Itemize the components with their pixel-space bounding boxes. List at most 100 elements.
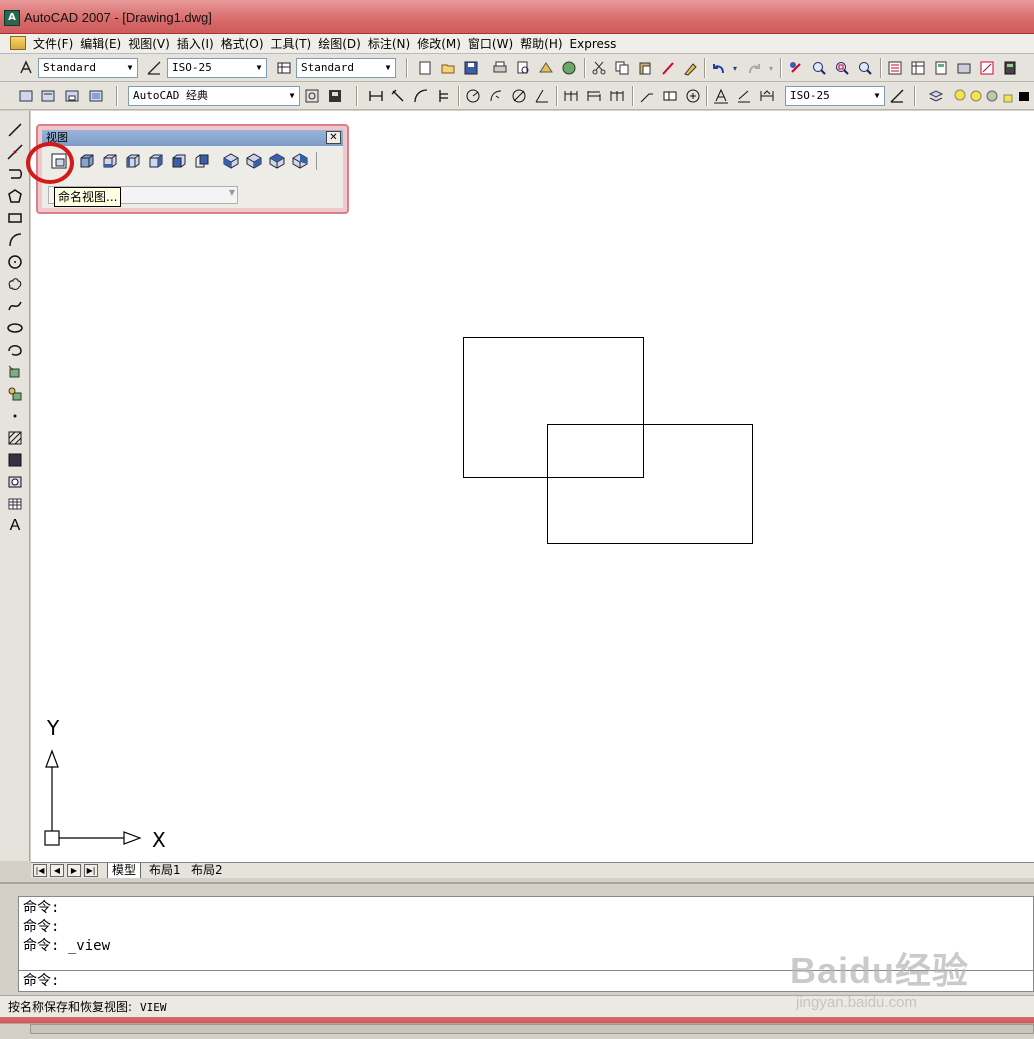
menu-help[interactable]: 帮助(H) — [519, 36, 568, 52]
menu-window[interactable]: 窗口(W) — [467, 36, 519, 52]
save-icon[interactable] — [463, 60, 479, 76]
dim-update-icon[interactable] — [759, 88, 775, 104]
save-workspace-icon[interactable] — [40, 88, 56, 104]
zoom-window-icon[interactable] — [834, 60, 850, 76]
print-icon[interactable] — [492, 60, 508, 76]
region-icon[interactable] — [6, 473, 24, 491]
layer-freeze-vp-icon[interactable] — [984, 88, 1000, 104]
properties-icon[interactable] — [887, 60, 903, 76]
tool-palettes-icon[interactable] — [933, 60, 949, 76]
undo-dropdown-icon[interactable]: ▾ — [730, 60, 740, 76]
table-style-select[interactable]: Standard ▼ — [296, 58, 396, 78]
revision-cloud-icon[interactable] — [6, 275, 24, 293]
document-icon[interactable] — [10, 36, 26, 50]
layer-manager-icon[interactable] — [928, 88, 944, 104]
workspace-settings-icon[interactable] — [18, 88, 34, 104]
layer-thaw-icon[interactable] — [968, 88, 984, 104]
rectangle-icon[interactable] — [6, 209, 24, 227]
block-editor-icon[interactable] — [683, 60, 699, 76]
tab-model[interactable]: 模型 — [107, 863, 142, 878]
top-view-icon[interactable] — [78, 152, 96, 170]
center-mark-icon[interactable] — [685, 88, 701, 104]
copy-icon[interactable] — [614, 60, 630, 76]
redo-dropdown-icon[interactable]: ▾ — [766, 60, 776, 76]
open-file-icon[interactable] — [440, 60, 456, 76]
plot-preview-icon[interactable] — [515, 60, 531, 76]
polygon-icon[interactable] — [6, 187, 24, 205]
gradient-icon[interactable] — [6, 451, 24, 469]
sw-isometric-icon[interactable] — [222, 152, 240, 170]
ordinate-dim-icon[interactable] — [436, 88, 452, 104]
redo-icon[interactable] — [746, 60, 762, 76]
angular-dim-icon[interactable] — [534, 88, 550, 104]
zoom-previous-icon[interactable] — [857, 60, 873, 76]
menu-express[interactable]: Express — [569, 36, 623, 52]
polyline-icon[interactable] — [6, 165, 24, 183]
publish-icon[interactable] — [538, 60, 554, 76]
match-properties-icon[interactable] — [660, 60, 676, 76]
se-isometric-icon[interactable] — [245, 152, 263, 170]
aligned-dim-icon[interactable] — [390, 88, 406, 104]
sheet-set-icon[interactable] — [956, 60, 972, 76]
construction-line-icon[interactable] — [6, 143, 24, 161]
close-button[interactable]: ✕ — [326, 131, 341, 144]
design-center-icon[interactable] — [910, 60, 926, 76]
workspace-settings-gear-icon[interactable] — [304, 88, 320, 104]
tolerance-icon[interactable] — [662, 88, 678, 104]
linear-dim-icon[interactable] — [368, 88, 384, 104]
workspace-icon-3[interactable] — [64, 88, 80, 104]
arc-icon[interactable] — [6, 231, 24, 249]
insert-block-icon[interactable] — [6, 363, 24, 381]
line-icon[interactable] — [6, 121, 24, 139]
table-icon[interactable] — [6, 495, 24, 513]
workspace-icon-4[interactable] — [88, 88, 104, 104]
make-block-icon[interactable] — [6, 385, 24, 403]
tab-layout2[interactable]: 布局2 — [187, 863, 227, 878]
menu-file[interactable]: 文件(F) — [32, 36, 79, 52]
right-view-icon[interactable] — [147, 152, 165, 170]
tab-layout1[interactable]: 布局1 — [145, 863, 185, 878]
autocad-app-icon[interactable]: A — [4, 10, 20, 26]
menu-tools[interactable]: 工具(T) — [270, 36, 318, 52]
next-tab-icon[interactable]: ▶ — [67, 864, 81, 877]
calculator-icon[interactable] — [1002, 60, 1018, 76]
new-file-icon[interactable] — [417, 60, 433, 76]
ellipse-icon[interactable] — [6, 319, 24, 337]
dim-style-manager-icon[interactable] — [889, 88, 905, 104]
drawn-rectangle-2[interactable] — [547, 424, 753, 544]
zoom-realtime-icon[interactable] — [811, 60, 827, 76]
dim-style-icon[interactable] — [146, 60, 162, 76]
last-tab-icon[interactable]: ▶| — [84, 864, 98, 877]
menu-dimension[interactable]: 标注(N) — [367, 36, 416, 52]
layer-on-icon[interactable] — [952, 88, 968, 104]
jogged-dim-icon[interactable] — [488, 88, 504, 104]
workspace-select[interactable]: AutoCAD 经典 ▼ — [128, 86, 300, 106]
left-view-icon[interactable] — [124, 152, 142, 170]
point-icon[interactable] — [6, 407, 24, 425]
save-current-workspace-icon[interactable] — [327, 88, 343, 104]
menu-insert[interactable]: 插入(I) — [176, 36, 220, 52]
menu-format[interactable]: 格式(O) — [220, 36, 270, 52]
multiline-text-icon[interactable]: A — [6, 517, 24, 535]
paste-icon[interactable] — [637, 60, 653, 76]
cut-icon[interactable] — [591, 60, 607, 76]
front-view-icon[interactable] — [170, 152, 188, 170]
menu-view[interactable]: 视图(V) — [127, 36, 176, 52]
text-style-select[interactable]: Standard ▼ — [38, 58, 138, 78]
bottom-view-icon[interactable] — [101, 152, 119, 170]
baseline-dim-icon[interactable] — [586, 88, 602, 104]
view-toolbar-title-bar[interactable]: 视图 ✕ — [42, 130, 343, 146]
drawing-area[interactable] — [31, 111, 1034, 862]
arc-length-icon[interactable] — [413, 88, 429, 104]
ellipse-arc-icon[interactable] — [6, 341, 24, 359]
radius-dim-icon[interactable] — [465, 88, 481, 104]
menu-edit[interactable]: 编辑(E) — [79, 36, 127, 52]
undo-icon[interactable] — [711, 60, 727, 76]
hatch-icon[interactable] — [6, 429, 24, 447]
spline-icon[interactable] — [6, 297, 24, 315]
pan-realtime-icon[interactable] — [788, 60, 804, 76]
menu-modify[interactable]: 修改(M) — [416, 36, 467, 52]
first-tab-icon[interactable]: |◀ — [33, 864, 47, 877]
dim-edit-icon[interactable] — [713, 88, 729, 104]
diameter-dim-icon[interactable] — [511, 88, 527, 104]
